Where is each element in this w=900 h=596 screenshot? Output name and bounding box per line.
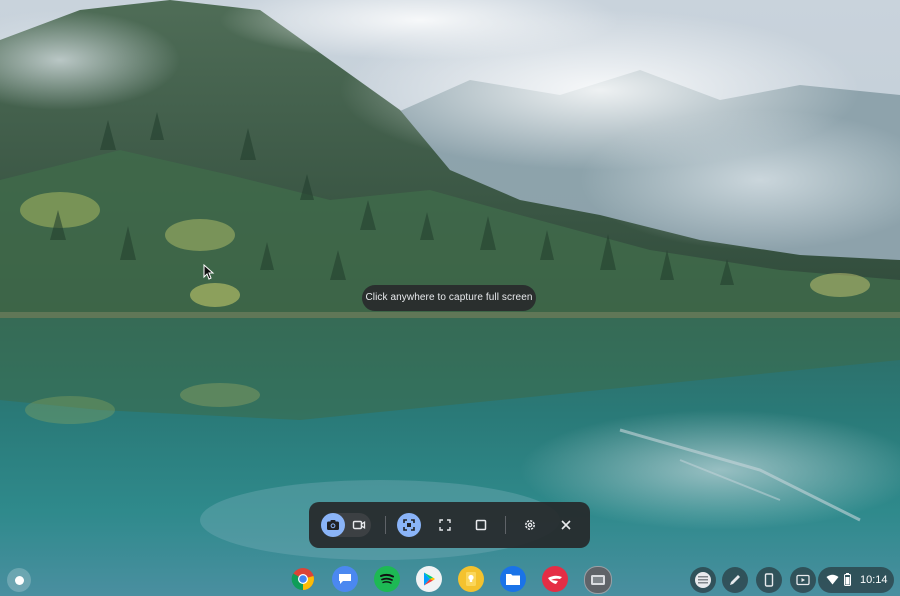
play-store-icon <box>424 572 435 586</box>
stadia-icon <box>548 575 562 584</box>
clock: 10:14 <box>860 574 888 586</box>
toolbar-divider <box>385 516 386 534</box>
spotify-app-icon[interactable] <box>374 566 400 592</box>
window-capture-button[interactable] <box>469 513 493 537</box>
pen-icon <box>730 575 740 585</box>
phone-icon <box>764 573 774 587</box>
launcher-icon <box>14 575 24 585</box>
partial-screen-icon <box>439 519 451 531</box>
window-icon <box>475 519 487 531</box>
chat-bubble-icon <box>339 574 351 584</box>
close-icon <box>561 520 571 530</box>
media-controls-button[interactable] <box>790 567 816 593</box>
close-capture-button[interactable] <box>554 513 578 537</box>
stylus-tools-button[interactable] <box>722 567 748 593</box>
status-area-button[interactable]: 10:14 <box>818 567 894 593</box>
folder-icon <box>506 574 520 585</box>
capture-settings-button[interactable] <box>518 513 542 537</box>
stadia-app-icon[interactable] <box>542 566 568 592</box>
shelf: 10:14 <box>0 562 900 596</box>
toolbar-divider <box>505 516 506 534</box>
screen-capture-toolbar <box>309 502 590 548</box>
files-app-icon[interactable] <box>500 566 526 592</box>
battery-icon <box>844 573 851 586</box>
lightbulb-icon <box>466 572 476 586</box>
wifi-icon <box>826 574 839 585</box>
media-icon <box>796 574 810 586</box>
spotify-icon <box>380 573 394 584</box>
screenshot-mode-button[interactable] <box>321 513 345 537</box>
holding-space-icon <box>695 572 711 588</box>
gear-icon <box>525 520 535 530</box>
capture-hint-label: Click anywhere to capture full screen <box>362 285 536 311</box>
video-camera-icon <box>352 520 366 530</box>
fullscreen-capture-button[interactable] <box>397 513 421 537</box>
fullscreen-icon <box>403 519 415 531</box>
launcher-button[interactable] <box>7 568 31 592</box>
camera-icon <box>327 520 339 530</box>
partial-capture-button[interactable] <box>433 513 457 537</box>
holding-space-button[interactable] <box>690 567 716 593</box>
screenshot-icon <box>591 575 605 585</box>
messages-app-icon[interactable] <box>332 566 358 592</box>
keep-app-icon[interactable] <box>458 566 484 592</box>
chrome-app-icon[interactable] <box>290 566 316 592</box>
screen-record-mode-button[interactable] <box>347 513 371 537</box>
mouse-cursor-icon <box>203 264 215 280</box>
screenshot-app-icon[interactable] <box>584 566 612 594</box>
play-store-app-icon[interactable] <box>416 566 442 592</box>
chrome-icon <box>291 568 314 591</box>
phone-hub-button[interactable] <box>756 567 782 593</box>
